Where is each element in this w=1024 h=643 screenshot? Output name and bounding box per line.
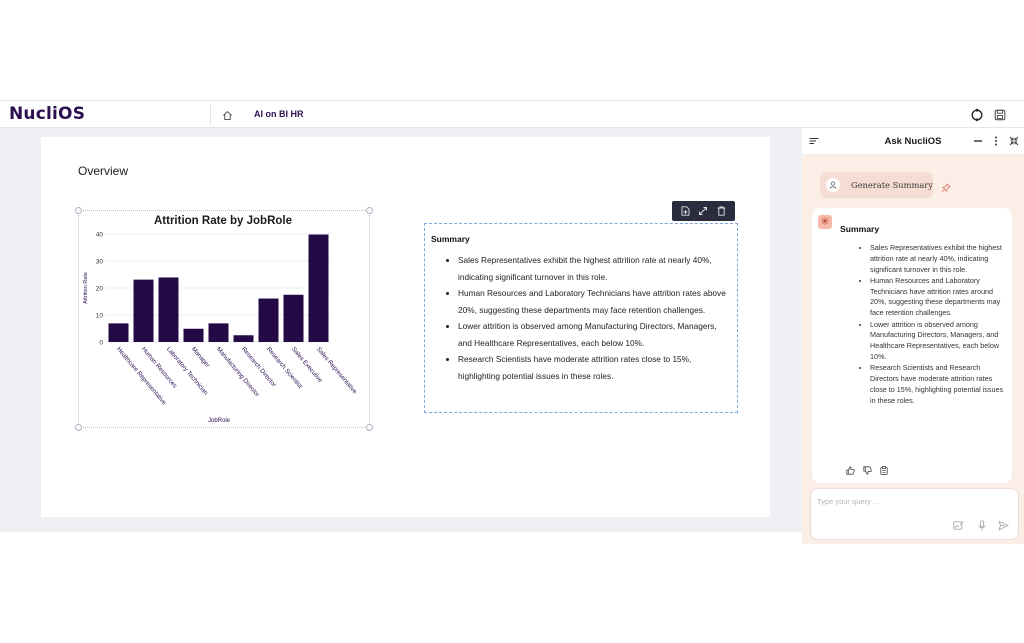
bar xyxy=(108,323,129,342)
summary-list: Sales Representatives exhibit the highes… xyxy=(431,252,731,384)
user-avatar xyxy=(826,178,840,192)
generate-summary-label: Generate Summary xyxy=(851,180,933,190)
bar xyxy=(208,323,229,342)
collapse-icon xyxy=(1009,136,1019,146)
summary-widget[interactable]: Summary Sales Representatives exhibit th… xyxy=(424,223,738,413)
pin-button[interactable] xyxy=(941,180,953,193)
x-tick-label: Manufacturing Director xyxy=(215,346,261,398)
assistant-message: ✳ Summary Sales Representatives exhibit … xyxy=(812,208,1012,483)
assistant-spark-icon: ✳ xyxy=(818,215,832,229)
microphone-button[interactable] xyxy=(975,519,988,532)
send-icon xyxy=(998,520,1009,531)
delete-button[interactable] xyxy=(715,204,729,218)
generate-summary-button[interactable]: Generate Summary xyxy=(820,172,933,198)
message-list: Sales Representatives exhibit the highes… xyxy=(870,243,1010,407)
breadcrumb[interactable]: AI on BI HR xyxy=(254,109,304,119)
summary-bullet: Sales Representatives exhibit the highes… xyxy=(458,252,731,285)
document-icon xyxy=(681,206,690,216)
bar xyxy=(183,328,204,342)
x-tick-label: Sales Representative xyxy=(315,346,359,396)
overview-card: Overview Attrition Rate by JobRole 0 10 20 3… xyxy=(41,137,770,517)
thumbs-up-icon xyxy=(845,465,855,475)
summary-title: Summary xyxy=(431,234,470,244)
more-options-button[interactable] xyxy=(989,134,1003,148)
y-axis-label: Attrition Rate xyxy=(83,272,89,304)
message-bullet: Human Resources and Laboratory Technicia… xyxy=(870,276,1010,319)
bar xyxy=(258,298,279,342)
arrows-icon xyxy=(699,207,708,215)
save-icon xyxy=(994,109,1006,121)
message-title: Summary xyxy=(840,224,880,234)
summary-bullet: Research Scientists have moderate attrit… xyxy=(458,351,731,384)
home-icon xyxy=(222,110,232,120)
resize-button[interactable] xyxy=(696,204,710,218)
refresh-button[interactable] xyxy=(968,106,986,124)
message-bullet: Research Scientists and Research Directo… xyxy=(870,363,1010,406)
logo: NucliOS xyxy=(9,104,86,124)
y-tick-label: 40 xyxy=(96,232,104,239)
thumbs-down-icon xyxy=(862,465,872,475)
bar xyxy=(133,279,154,342)
send-button[interactable] xyxy=(997,519,1010,532)
summary-toolbar xyxy=(672,201,735,221)
home-button[interactable] xyxy=(218,106,236,124)
divider xyxy=(210,105,211,125)
trash-icon xyxy=(718,206,726,216)
summary-bullet: Lower attrition is observed among Manufa… xyxy=(458,318,731,351)
top-bar: NucliOS AI on BI HR xyxy=(0,100,1024,128)
clipboard-icon xyxy=(880,465,888,475)
query-input[interactable] xyxy=(817,494,1012,508)
minimize-button[interactable] xyxy=(971,134,985,148)
image-edit-icon xyxy=(953,521,964,530)
attach-image-button[interactable] xyxy=(952,519,965,532)
save-button[interactable] xyxy=(991,106,1009,124)
message-bullet: Lower attrition is observed among Manufa… xyxy=(870,320,1010,363)
thumbs-up-button[interactable] xyxy=(844,464,856,476)
ask-nuclios-panel: Ask NucliOS Generate Summary ✳ Summary •… xyxy=(802,128,1024,544)
x-axis-label: JobRole xyxy=(208,418,231,424)
dashboard-canvas: Overview Attrition Rate by JobRole 0 10 20 3… xyxy=(0,128,802,532)
refresh-icon xyxy=(971,108,983,122)
copy-button[interactable] xyxy=(878,464,890,476)
attrition-bar-chart: Attrition Rate by JobRole 0 10 20 30 40 Health… xyxy=(83,215,359,424)
x-tick-label: Manager xyxy=(190,346,211,369)
user-icon xyxy=(829,181,837,189)
bar xyxy=(283,294,304,342)
x-tick-label: Healthcare Representative xyxy=(115,346,168,407)
panel-header: Ask NucliOS xyxy=(802,128,1024,154)
more-vertical-icon xyxy=(995,136,997,146)
y-tick-label: 20 xyxy=(96,286,104,293)
microphone-icon xyxy=(978,520,985,531)
y-tick-label: 30 xyxy=(96,259,104,266)
y-tick-label: 0 xyxy=(99,340,103,347)
minimize-icon xyxy=(974,140,982,142)
bar xyxy=(308,234,329,342)
thumbs-down-button[interactable] xyxy=(861,464,873,476)
bar xyxy=(158,277,179,342)
section-title: Overview xyxy=(78,164,129,178)
bar xyxy=(233,335,254,342)
chart-widget[interactable]: Attrition Rate by JobRole 0 10 20 30 40 Health… xyxy=(75,207,373,431)
message-bullet: Sales Representatives exhibit the highes… xyxy=(870,243,1010,275)
y-tick-label: 10 xyxy=(96,313,104,320)
chart-title: Attrition Rate by JobRole xyxy=(154,215,292,227)
summary-bullet: Human Resources and Laboratory Technicia… xyxy=(458,285,731,318)
collapse-panel-button[interactable] xyxy=(1007,134,1021,148)
export-button[interactable] xyxy=(678,204,692,218)
query-composer xyxy=(810,488,1019,540)
app-window: NucliOS AI on BI HR Overview Attrition R… xyxy=(0,100,1024,544)
pin-icon xyxy=(941,183,951,193)
feedback-actions xyxy=(844,464,890,476)
